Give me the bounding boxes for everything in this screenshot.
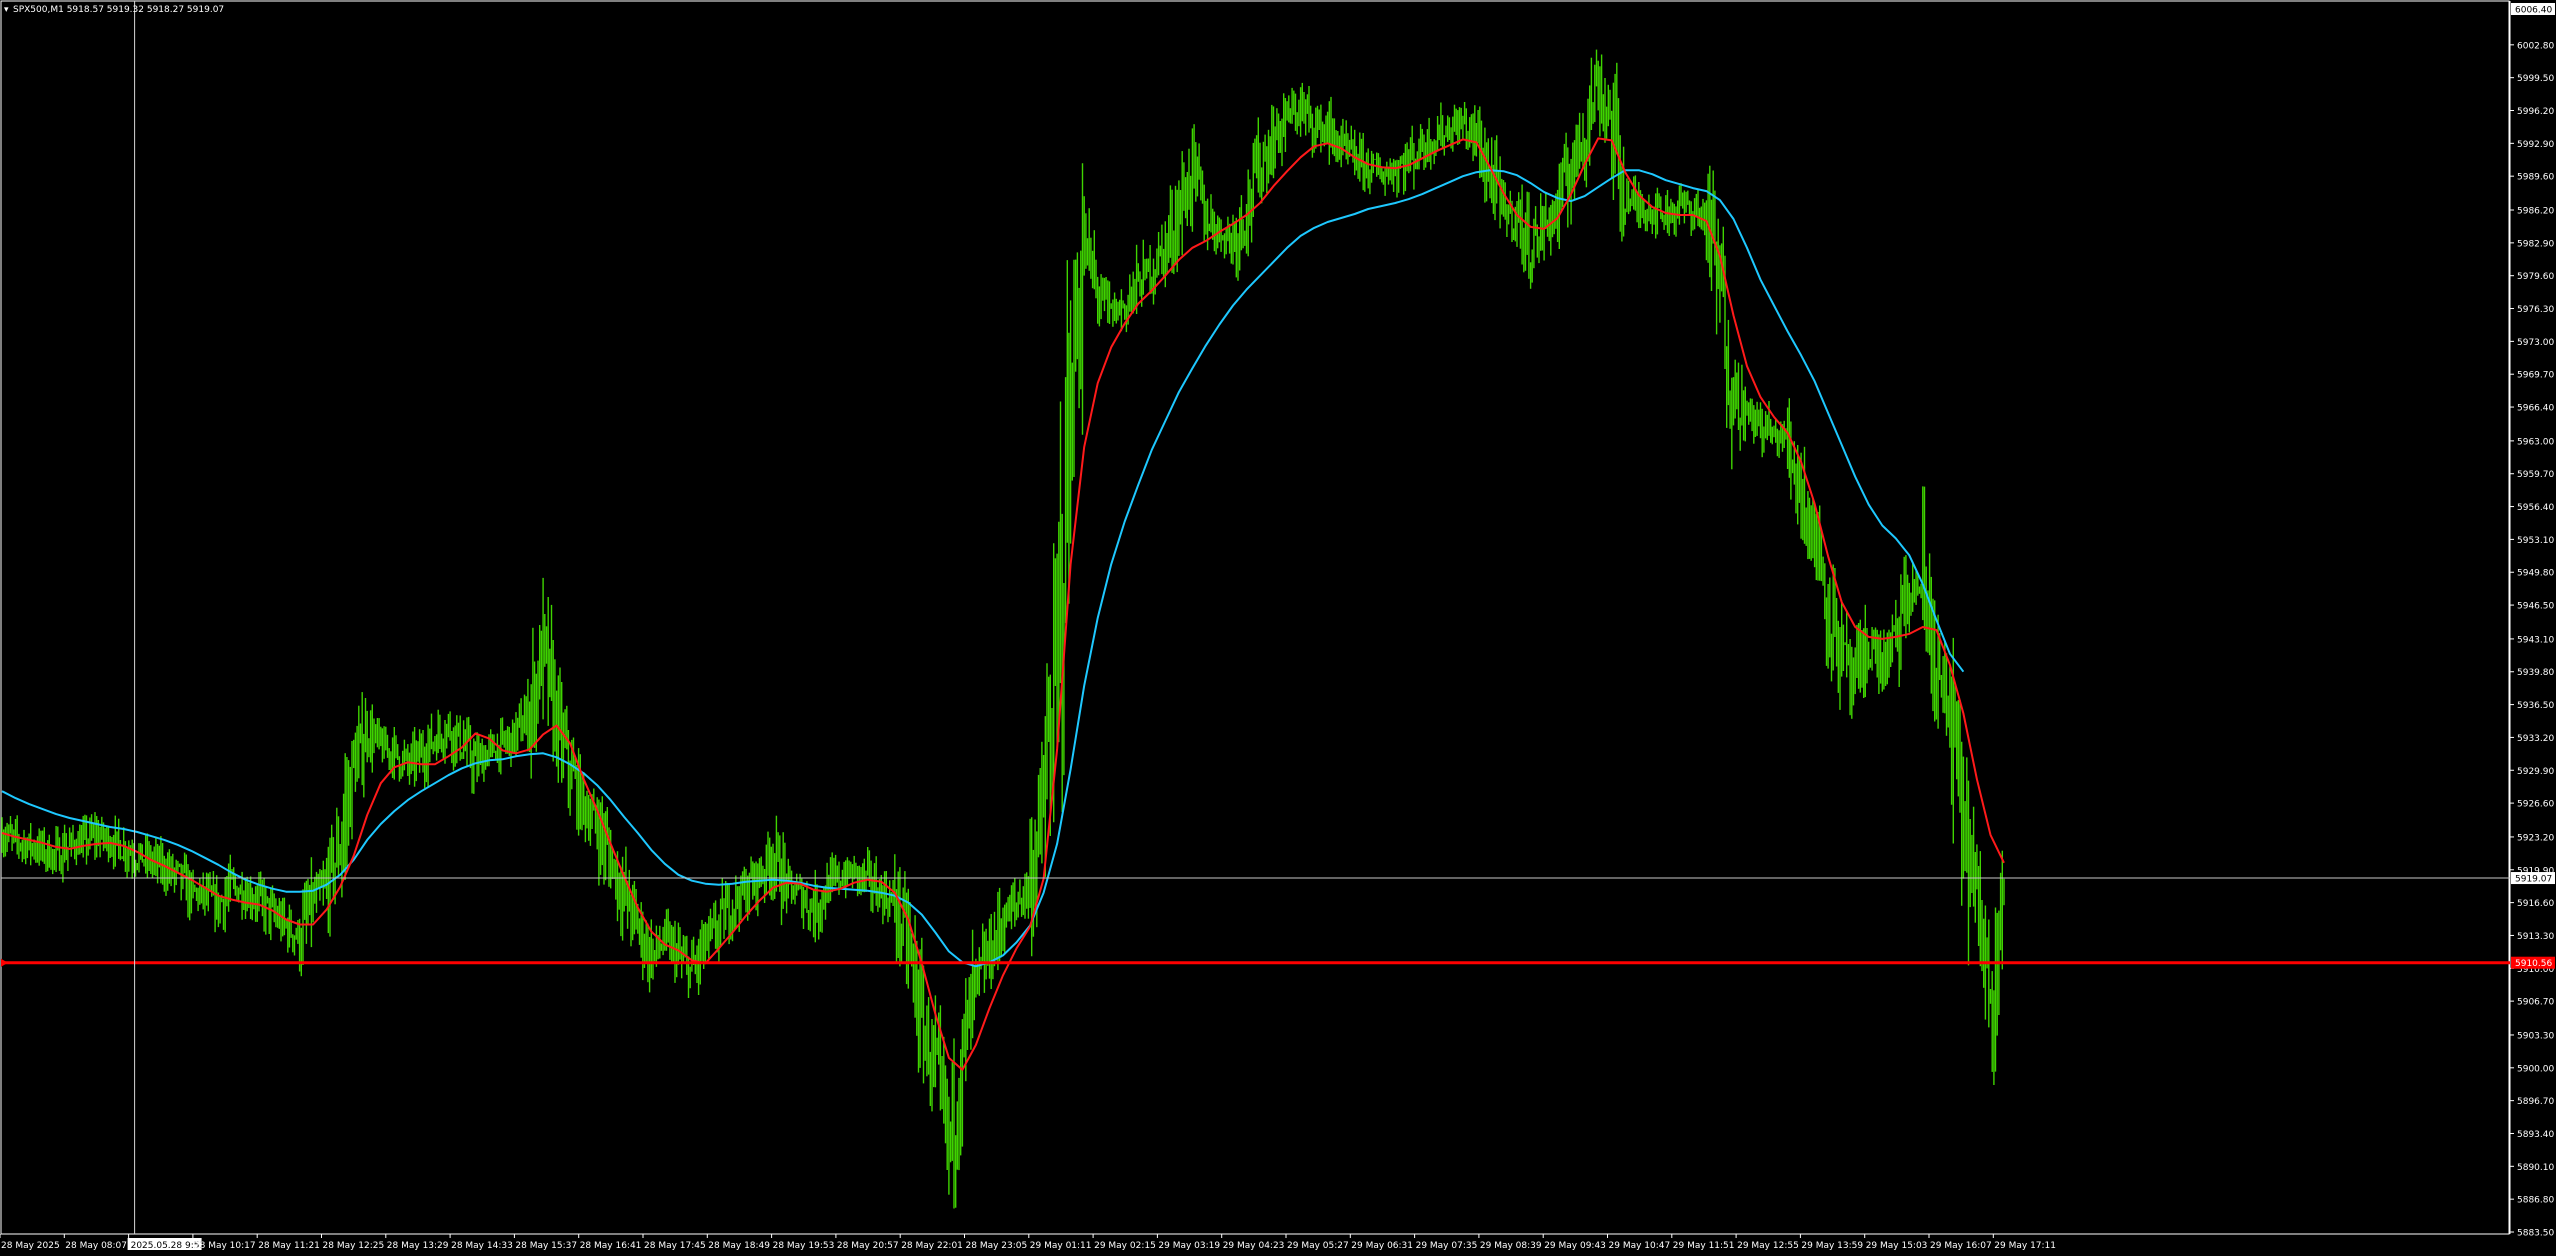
current-price-label: 5919.07 [2515,875,2552,885]
time-tick-label: 29 May 08:39 [1480,1241,1542,1251]
price-tick-label: 5999.50 [2517,74,2554,84]
price-tick-label: 5923.20 [2517,833,2554,843]
price-tick-label: 5969.70 [2517,371,2554,381]
time-tick-label: 29 May 10:47 [1609,1241,1671,1251]
price-tick-label: 5956.40 [2517,503,2554,513]
time-tick-label: 29 May 01:11 [1030,1241,1092,1251]
price-tick-label: 5979.60 [2517,272,2554,282]
price-tick-label: 5939.80 [2517,668,2554,678]
price-tick-label: 5916.60 [2517,899,2554,909]
time-tick-label: 28 May 14:33 [451,1241,513,1251]
time-tick-label: 28 May 2025 [1,1241,60,1251]
price-tick-label: 5900.00 [2517,1064,2554,1074]
price-tick-label: 5949.80 [2517,569,2554,579]
time-tick-label: 29 May 06:31 [1351,1241,1413,1251]
price-tick-label: 5913.30 [2517,932,2554,942]
price-tick-label: 5959.70 [2517,470,2554,480]
price-tick-label: 5963.00 [2517,437,2554,447]
price-tick-label: 5986.20 [2517,207,2554,217]
time-tick-label: 28 May 17:45 [644,1241,706,1251]
price-tick-label: 5966.40 [2517,404,2554,414]
time-tick-label: 29 May 12:55 [1737,1241,1799,1251]
price-tick-label: 5883.50 [2517,1229,2554,1239]
price-tick-label: 5926.60 [2517,800,2554,810]
price-chart[interactable]: 6002.80 5999.50 5996.20 5992.90 5989.60 5986.… [0,0,2556,1256]
time-tick-label: 28 May 19:53 [773,1241,835,1251]
price-tick-label: 5929.90 [2517,767,2554,777]
time-tick-label: 28 May 11:21 [258,1241,320,1251]
time-tick-label: 29 May 04:23 [1223,1241,1285,1251]
price-tick-label: 5893.40 [2517,1130,2554,1140]
price-tick-label: 5953.10 [2517,536,2554,546]
symbol-title-bar[interactable]: ▾ SPX500,M1 5918.57 5919.32 5918.27 5919… [4,5,224,15]
time-tick-label: 29 May 13:59 [1801,1241,1863,1251]
price-tick-label: 5896.70 [2517,1097,2554,1107]
time-tick-label: 28 May 20:57 [837,1241,899,1251]
chart-background [0,0,2556,1256]
time-tick-label: 29 May 09:43 [1544,1241,1606,1251]
time-tick-label: 29 May 05:27 [1287,1241,1349,1251]
price-tick-label: 6002.80 [2517,41,2554,51]
time-tick-label: 28 May 10:17 [194,1241,256,1251]
chart-menu-icon[interactable]: ▾ [4,5,9,15]
price-tick-label: 5982.90 [2517,239,2554,249]
time-tick-label: 28 May 15:37 [515,1241,577,1251]
price-tick-label: 5890.10 [2517,1163,2554,1173]
price-tick-label: 5976.30 [2517,305,2554,315]
price-tick-label: 5973.00 [2517,338,2554,348]
time-tick-label: 29 May 03:19 [1158,1241,1220,1251]
time-tick-label: 28 May 12:25 [323,1241,385,1251]
price-tick-label: 5943.10 [2517,635,2554,645]
price-tick-label: 5906.70 [2517,998,2554,1008]
price-tick-label: 5903.30 [2517,1031,2554,1041]
time-tick-label: 28 May 08:07 [65,1241,127,1251]
price-tick-label: 5933.20 [2517,734,2554,744]
price-tick-label: 5946.50 [2517,602,2554,612]
level-price-label: 5910.56 [2515,959,2552,969]
time-tick-label: 28 May 13:29 [387,1241,449,1251]
time-tick-label: 28 May 22:01 [901,1241,963,1251]
price-tick-label: 5992.90 [2517,140,2554,150]
time-tick-label: 28 May 23:05 [966,1241,1028,1251]
time-tick-label: 29 May 02:15 [1094,1241,1156,1251]
time-tick-label: 28 May 18:49 [708,1241,770,1251]
time-tick-label: 29 May 15:03 [1866,1241,1928,1251]
time-tick-label: 29 May 16:07 [1930,1241,1992,1251]
time-tick-label: 29 May 11:51 [1673,1241,1735,1251]
price-tick-label: 5989.60 [2517,173,2554,183]
time-tick-label: 29 May 07:35 [1416,1241,1478,1251]
time-tick-label: 28 May 16:41 [580,1241,642,1251]
top-price-label: 6006.40 [2515,6,2552,16]
symbol-title: SPX500,M1 5918.57 5919.32 5918.27 5919.0… [13,5,224,15]
price-tick-label: 5996.20 [2517,107,2554,117]
time-tick-label: 29 May 17:11 [1994,1241,2056,1251]
price-tick-label: 5936.50 [2517,701,2554,711]
price-tick-label: 5886.80 [2517,1196,2554,1206]
